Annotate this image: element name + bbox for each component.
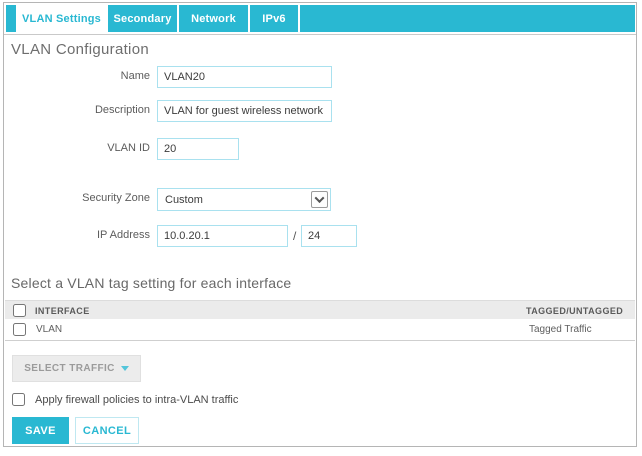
row-checkbox-vlan[interactable]: [13, 323, 26, 336]
apply-firewall-checkbox[interactable]: [12, 393, 25, 406]
tab-ipv6-label: IPv6: [262, 12, 286, 25]
security-zone-select[interactable]: Custom: [157, 188, 331, 211]
description-input[interactable]: [157, 100, 332, 122]
cancel-button[interactable]: CANCEL: [75, 417, 139, 444]
ip-address-input[interactable]: [157, 225, 288, 247]
tab-bar: VLAN Settings Secondary Network IPv6: [6, 5, 635, 32]
name-label: Name: [120, 70, 150, 82]
tab-network[interactable]: Network: [179, 5, 248, 32]
cell-interface-name: VLAN: [36, 324, 63, 335]
tab-secondary-label: Secondary: [113, 12, 172, 25]
tabbar-lead-block: [6, 5, 16, 32]
tabbar-divider: [4, 34, 636, 35]
column-header-interface: INTERFACE: [35, 306, 90, 316]
interface-table-header: INTERFACE TAGGED/UNTAGGED: [5, 300, 635, 319]
vlan-settings-page: VLAN Settings Secondary Network IPv6 VLA…: [3, 2, 637, 447]
page-title: VLAN Configuration: [11, 41, 149, 58]
security-zone-label: Security Zone: [82, 192, 150, 204]
cell-tagged-setting: Tagged Traffic: [529, 324, 592, 335]
interface-section-title: Select a VLAN tag setting for each inter…: [11, 275, 292, 291]
select-dropdown-icon[interactable]: [311, 191, 328, 208]
tab-network-label: Network: [191, 12, 236, 25]
table-row[interactable]: VLAN Tagged Traffic: [5, 319, 635, 341]
select-traffic-label: SELECT TRAFFIC: [24, 363, 115, 374]
select-all-checkbox[interactable]: [13, 304, 26, 317]
dropdown-caret-icon: [120, 366, 129, 371]
select-traffic-button[interactable]: SELECT TRAFFIC: [12, 355, 141, 382]
tab-vlan-settings[interactable]: VLAN Settings: [17, 5, 106, 32]
chevron-down-icon: [314, 193, 325, 204]
description-label: Description: [94, 104, 150, 116]
save-button[interactable]: SAVE: [12, 417, 69, 444]
ip-address-label: IP Address: [97, 229, 150, 241]
vlan-id-label: VLAN ID: [107, 142, 150, 154]
tab-secondary[interactable]: Secondary: [108, 5, 177, 32]
name-input[interactable]: [157, 66, 332, 88]
prefix-length-input[interactable]: [301, 225, 357, 247]
vlan-id-input[interactable]: [157, 138, 239, 160]
ip-slash-separator: /: [293, 229, 297, 243]
security-zone-value: Custom: [165, 193, 203, 206]
apply-firewall-label: Apply firewall policies to intra-VLAN tr…: [35, 394, 239, 406]
tab-ipv6[interactable]: IPv6: [250, 5, 298, 32]
column-header-tagged-untagged: TAGGED/UNTAGGED: [526, 306, 624, 316]
tab-vlan-settings-label: VLAN Settings: [22, 12, 101, 25]
tabbar-filler: [300, 5, 635, 32]
